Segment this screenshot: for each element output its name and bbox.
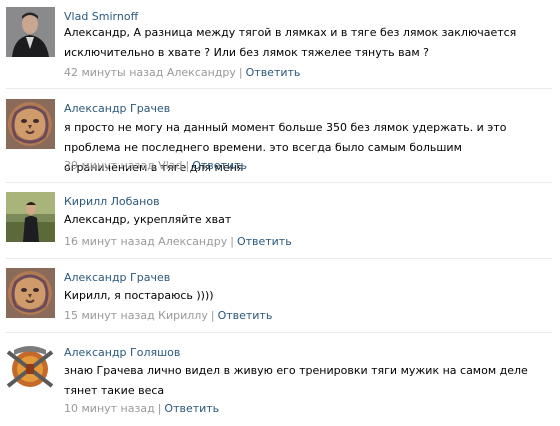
comment-meta: 15 минут назад Кириллу | Ответить xyxy=(64,309,272,322)
comment-timestamp[interactable]: 16 минут назад Александру xyxy=(64,235,227,248)
comment-item: Александр Голяшов знаю Грачева лично вид… xyxy=(0,333,560,426)
comment-timestamp[interactable]: 42 минуты назад Александру xyxy=(64,66,236,79)
meta-separator: | xyxy=(230,235,234,248)
comment-item: Александр Грачев я просто не могу на дан… xyxy=(0,89,560,183)
reply-link[interactable]: Ответить xyxy=(218,309,273,322)
reply-link[interactable]: Ответить xyxy=(192,159,247,172)
comment-timestamp[interactable]: 10 минут назад xyxy=(64,402,155,415)
comment-meta: 10 минут назад | Ответить xyxy=(64,402,219,415)
reply-link[interactable]: Ответить xyxy=(246,66,301,79)
comment-item: Александр Грачев Кирилл, я постараюсь ))… xyxy=(0,259,560,333)
meta-separator: | xyxy=(185,159,190,172)
meta-separator: | xyxy=(238,66,243,79)
avatar[interactable] xyxy=(6,268,55,318)
comment-author-link[interactable]: Александр Голяшов xyxy=(64,346,180,359)
reply-link[interactable]: Ответить xyxy=(164,402,219,415)
comment-author-link[interactable]: Александр Грачев xyxy=(64,102,170,115)
avatar[interactable] xyxy=(6,192,55,242)
comment-item: Vlad Smirnoff Александр, А разница между… xyxy=(0,0,560,89)
comment-item: Кирилл Лобанов Александр, укрепляйте хва… xyxy=(0,183,560,259)
meta-separator: | xyxy=(157,402,162,415)
comment-meta: 16 минут назад Александру | Ответить xyxy=(64,235,292,248)
meta-separator: | xyxy=(210,309,215,322)
comment-meta: 39 минут назад Vlad | Ответить xyxy=(64,159,247,172)
avatar[interactable] xyxy=(6,342,55,392)
reply-link[interactable]: Ответить xyxy=(237,235,292,248)
comments-list: Vlad Smirnoff Александр, А разница между… xyxy=(0,0,560,426)
comment-meta: 42 минуты назад Александру | Ответить xyxy=(64,66,300,79)
avatar[interactable] xyxy=(6,99,55,149)
avatar[interactable] xyxy=(6,7,55,57)
comment-author-link[interactable]: Кирилл Лобанов xyxy=(64,195,160,208)
comment-text: Александр, А разница между тягой в лямка… xyxy=(64,26,517,59)
comment-text: знаю Грачева лично видел в живую его тре… xyxy=(64,364,528,397)
comment-author-link[interactable]: Vlad Smirnoff xyxy=(64,10,138,23)
comment-text: Кирилл, я постараюсь )))) xyxy=(64,289,214,302)
comment-timestamp[interactable]: 15 минут назад Кириллу xyxy=(64,309,208,322)
comment-text: Александр, укрепляйте хват xyxy=(64,213,232,226)
comment-timestamp[interactable]: 39 минут назад Vlad xyxy=(64,159,182,172)
comment-author-link[interactable]: Александр Грачев xyxy=(64,271,170,284)
